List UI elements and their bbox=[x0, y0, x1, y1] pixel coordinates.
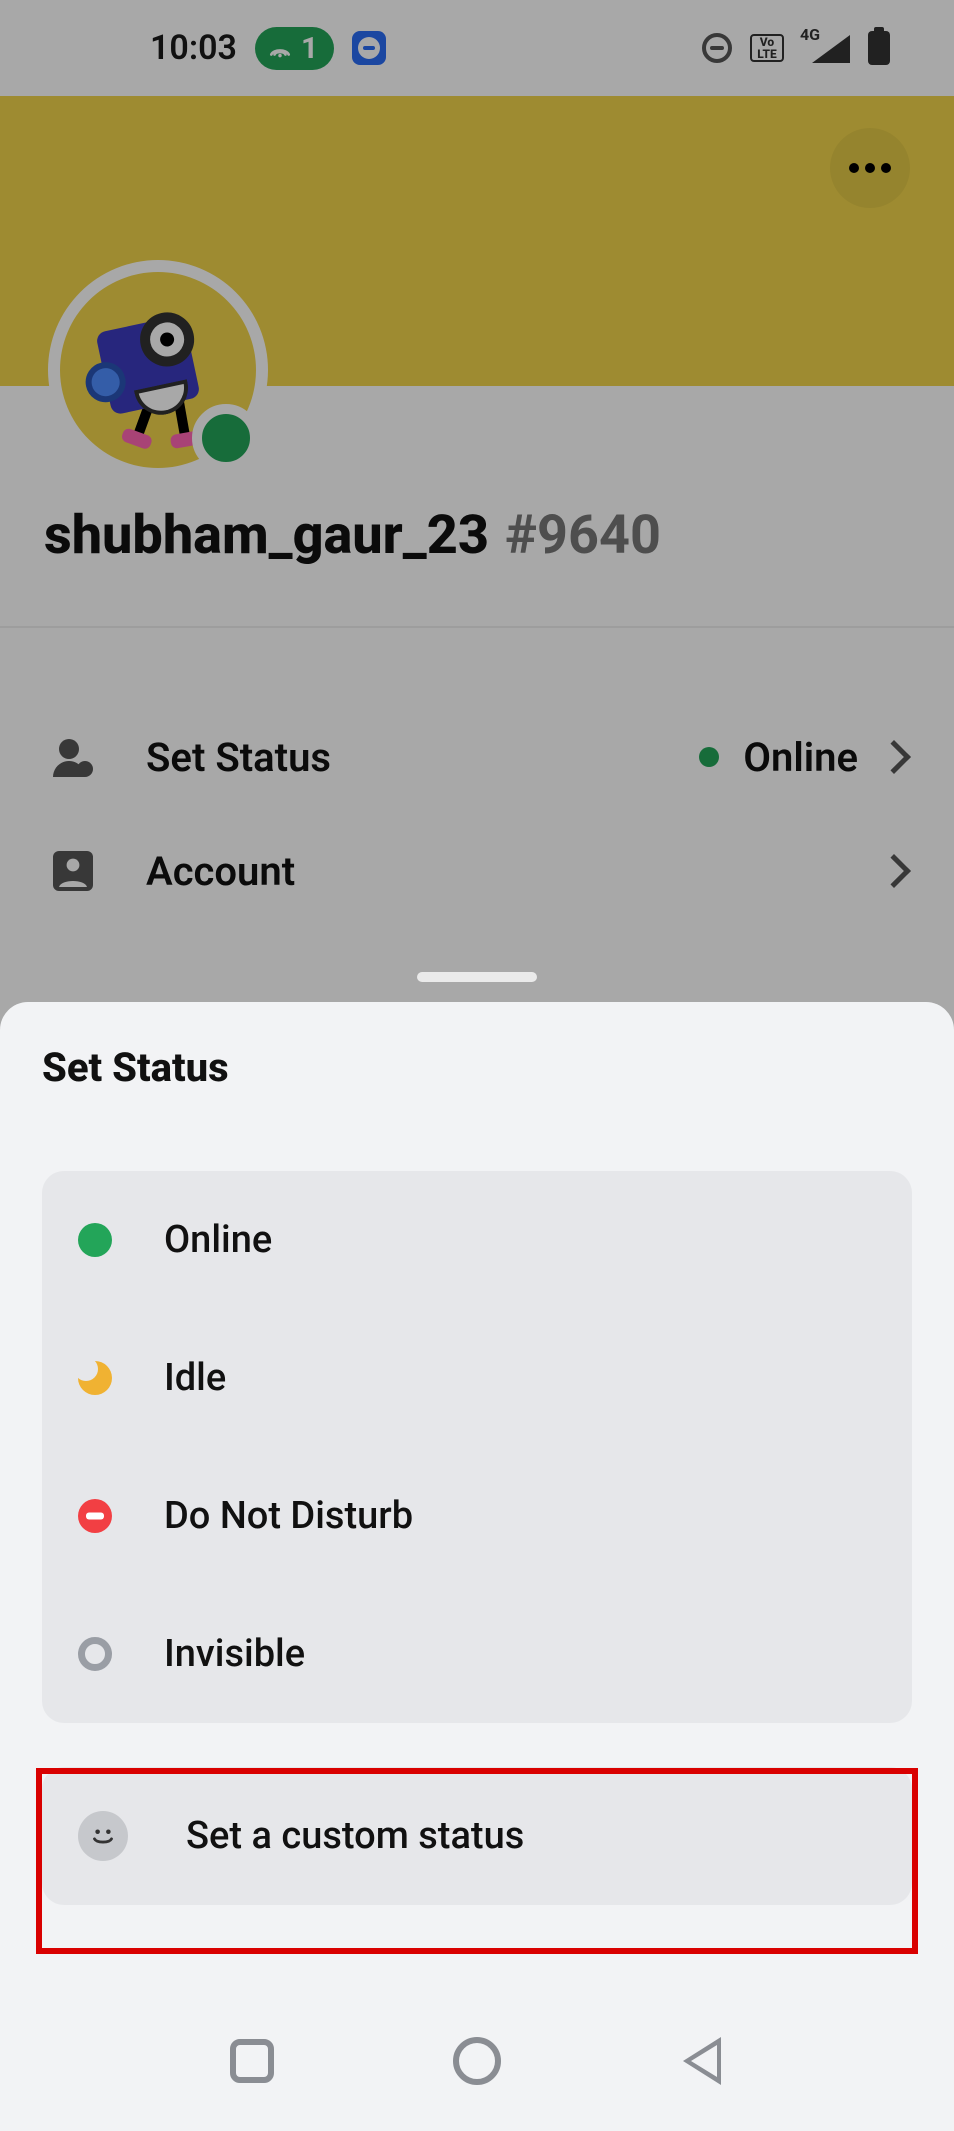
status-option-idle[interactable]: Idle bbox=[42, 1309, 912, 1447]
idle-icon bbox=[78, 1361, 112, 1395]
status-option-invisible[interactable]: Invisible bbox=[42, 1585, 912, 1723]
status-options-group: Online Idle Do Not Disturb Invisible bbox=[42, 1171, 912, 1723]
square-icon bbox=[230, 2039, 274, 2083]
nav-back-button[interactable] bbox=[674, 2033, 730, 2089]
sheet-title: Set Status bbox=[0, 1002, 954, 1127]
invisible-icon bbox=[78, 1637, 112, 1671]
android-nav-bar bbox=[0, 1991, 954, 2131]
status-option-label: Invisible bbox=[164, 1632, 305, 1676]
status-option-label: Idle bbox=[164, 1356, 226, 1400]
smiley-icon bbox=[78, 1811, 128, 1861]
status-option-label: Do Not Disturb bbox=[164, 1494, 413, 1538]
custom-status-label: Set a custom status bbox=[186, 1814, 524, 1858]
nav-recents-button[interactable] bbox=[224, 2033, 280, 2089]
status-option-online[interactable]: Online bbox=[42, 1171, 912, 1309]
set-custom-status-button[interactable]: Set a custom status bbox=[42, 1767, 912, 1905]
triangle-back-icon bbox=[683, 2037, 721, 2085]
set-status-sheet: Set Status Online Idle Do Not Disturb In… bbox=[0, 1002, 954, 2131]
circle-icon bbox=[453, 2037, 501, 2085]
custom-status-card: Set a custom status bbox=[42, 1767, 912, 1905]
dnd-icon bbox=[78, 1499, 112, 1533]
status-option-dnd[interactable]: Do Not Disturb bbox=[42, 1447, 912, 1585]
nav-home-button[interactable] bbox=[449, 2033, 505, 2089]
sheet-drag-handle[interactable] bbox=[417, 972, 537, 982]
status-option-label: Online bbox=[164, 1218, 272, 1262]
online-icon bbox=[78, 1223, 112, 1257]
